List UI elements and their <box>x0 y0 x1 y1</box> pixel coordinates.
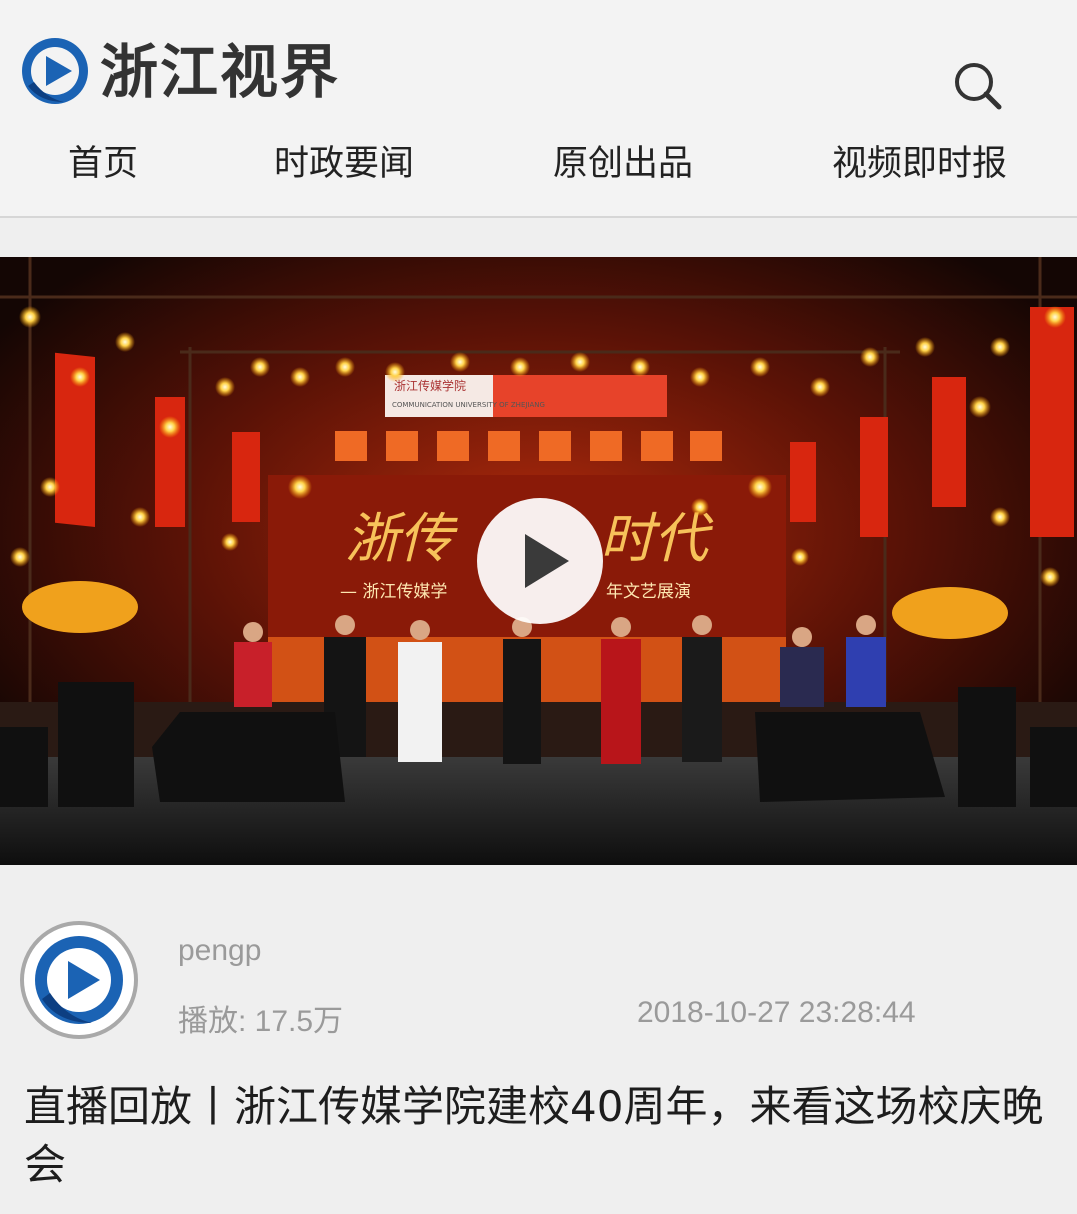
play-button[interactable] <box>477 498 603 624</box>
gold-cloud-left <box>22 581 138 633</box>
screen-title-right: 时代 <box>600 507 714 570</box>
screen-subtitle-left: — 浙江传媒学 <box>340 582 447 602</box>
screen-subtitle-right: 年文艺展演 <box>606 582 691 602</box>
gold-cloud-right <box>892 587 1008 639</box>
category-nav: 首页 时政要闻 原创出品 视频即时报 <box>0 130 1077 218</box>
screen-title-left: 浙传 <box>345 507 458 570</box>
nav-tab-politics-news[interactable]: 时政要闻 <box>274 140 414 188</box>
nav-tab-video-news[interactable]: 视频即时报 <box>832 140 1007 188</box>
publish-date: 2018-10-27 23:28:44 <box>637 996 916 1029</box>
avatar[interactable] <box>20 921 138 1039</box>
nav-tab-original[interactable]: 原创出品 <box>553 140 693 188</box>
banner-sub: COMMUNICATION UNIVERSITY OF ZHEJIANG <box>392 401 545 409</box>
nav-tab-home[interactable]: 首页 <box>68 140 138 188</box>
play-icon <box>525 534 569 588</box>
play-circle-logo-icon <box>35 936 123 1024</box>
search-icon[interactable] <box>950 58 1006 114</box>
play-count: 播放: 17.5万 <box>178 1005 344 1038</box>
brand-title[interactable]: 浙江视界 <box>100 34 340 110</box>
app-header: 浙江视界 <box>0 0 1077 130</box>
video-player[interactable]: 浙江传媒学院 COMMUNICATION UNIVERSITY OF ZHEJI… <box>0 257 1077 865</box>
author-name[interactable]: pengp <box>178 934 261 968</box>
banner-sign: 浙江传媒学院 <box>394 378 466 393</box>
article-title: 直播回放丨浙江传媒学院建校40周年，来看这场校庆晚会 <box>24 1082 1044 1189</box>
play-circle-logo-icon[interactable] <box>20 36 90 106</box>
